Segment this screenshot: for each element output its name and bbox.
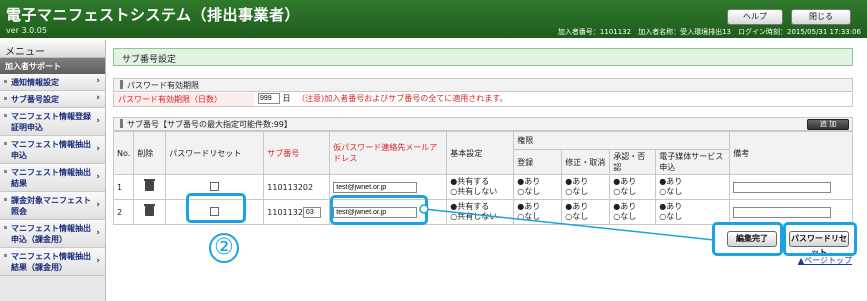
annotation-connector: [419, 204, 715, 241]
step-number-callout: ②: [209, 233, 239, 263]
connector-line: [423, 208, 715, 241]
connector-dot: [419, 204, 429, 214]
